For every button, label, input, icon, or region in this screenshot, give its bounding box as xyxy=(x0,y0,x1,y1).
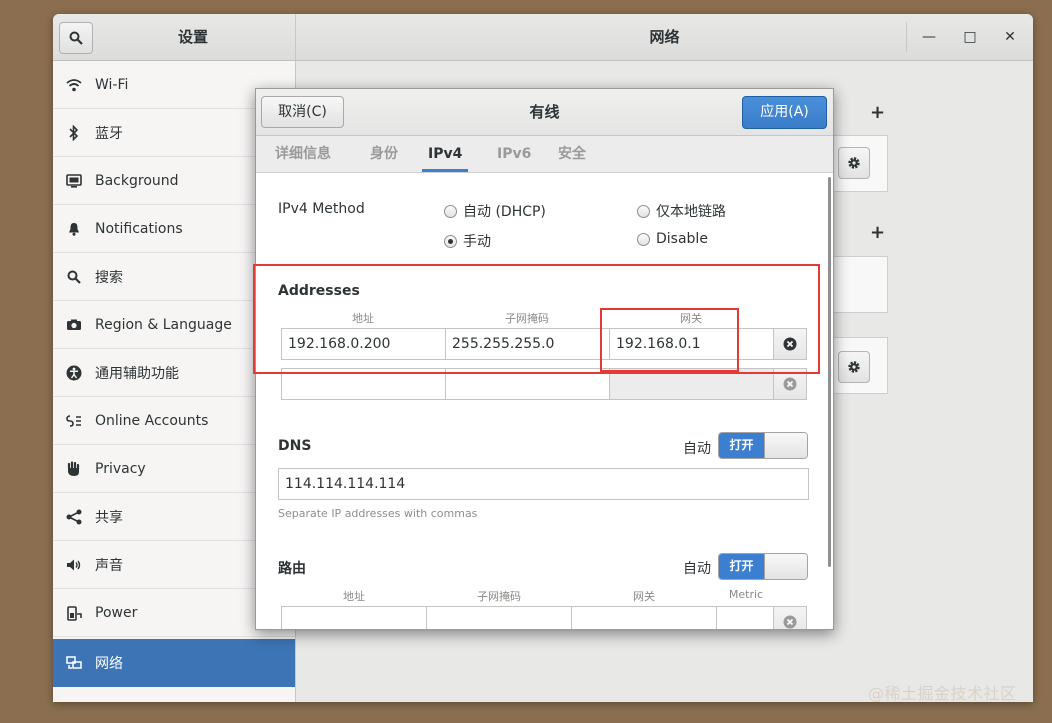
routes-label: 路由 xyxy=(278,561,306,577)
radio-indicator xyxy=(444,204,457,218)
add-connection-button[interactable]: + xyxy=(870,102,885,123)
dns-input[interactable]: 114.114.114.114 xyxy=(278,468,809,500)
dns-label: DNS xyxy=(278,438,312,454)
proxy-settings-button[interactable] xyxy=(838,351,870,383)
gear-icon xyxy=(848,361,860,373)
close-button[interactable]: ✕ xyxy=(998,25,1022,49)
route-address-column-header: 地址 xyxy=(343,590,365,603)
route-netmask-column-header: 子网掩码 xyxy=(477,590,521,603)
tab-ipv6[interactable]: IPv6 xyxy=(497,136,531,172)
tab-bar: 详细信息 身份 IPv4 IPv6 安全 xyxy=(256,136,833,173)
route-metric-input[interactable] xyxy=(716,606,774,629)
route-metric-column-header: Metric xyxy=(728,588,764,601)
radio-indicator xyxy=(637,204,650,218)
switch-on-label: 打开 xyxy=(719,554,764,579)
maximize-icon: □ xyxy=(963,29,977,45)
close-icon: ✕ xyxy=(1004,29,1016,45)
apply-button[interactable]: 应用(A) xyxy=(742,96,827,129)
route-gateway-input[interactable] xyxy=(571,606,717,629)
sidebar-item-label: Region & Language xyxy=(95,316,232,333)
route-gateway-column-header: 网关 xyxy=(633,590,655,603)
cancel-button[interactable]: 取消(C) xyxy=(261,96,344,128)
search-icon xyxy=(69,31,83,45)
tab-identity[interactable]: 身份 xyxy=(370,136,398,172)
window-controls-separator xyxy=(906,22,907,52)
radio-label: 自动 (DHCP) xyxy=(463,204,546,220)
remove-icon xyxy=(783,377,797,391)
header-bar: 设置 网络 — □ ✕ xyxy=(53,14,1033,61)
delete-route-button[interactable] xyxy=(773,606,807,629)
switch-knob xyxy=(764,554,807,579)
sidebar-item-label: Notifications xyxy=(95,220,183,237)
sidebar-item-label: 网络 xyxy=(95,656,123,672)
search-button[interactable] xyxy=(59,22,93,54)
sidebar-item-label: Wi-Fi xyxy=(95,76,129,93)
tab-details[interactable]: 详细信息 xyxy=(275,136,331,172)
radio-indicator xyxy=(637,232,650,246)
method-link-local-radio[interactable]: 仅本地链路 xyxy=(637,201,726,221)
bluetooth-icon xyxy=(66,124,82,141)
dns-hint: Separate IP addresses with commas xyxy=(278,507,478,520)
ipv4-method-label: IPv4 Method xyxy=(278,201,365,217)
accessibility-icon xyxy=(66,365,82,381)
minimize-button[interactable]: — xyxy=(917,25,941,49)
ipv4-settings: IPv4 Method 自动 (DHCP) 仅本地链路 手动 Disable A… xyxy=(256,173,833,629)
dns-auto-switch[interactable]: 打开 xyxy=(718,432,808,459)
dialog-header: 有线 取消(C) 应用(A) xyxy=(256,89,833,136)
radio-label: 手动 xyxy=(463,234,491,250)
network-icon xyxy=(66,655,82,671)
sidebar-item-network[interactable]: 网络 xyxy=(53,639,295,687)
routes-auto-label: 自动 xyxy=(683,561,711,577)
add-vpn-button[interactable]: + xyxy=(870,222,885,243)
method-manual-radio[interactable]: 手动 xyxy=(444,231,491,251)
camera-icon xyxy=(66,317,82,333)
switch-on-label: 打开 xyxy=(719,433,764,458)
sidebar-item-label: 蓝牙 xyxy=(95,125,123,142)
scrollbar[interactable] xyxy=(828,177,831,567)
search-icon xyxy=(66,269,82,285)
tab-security[interactable]: 安全 xyxy=(558,136,586,172)
remove-icon xyxy=(783,615,797,629)
wired-settings-button[interactable] xyxy=(838,147,870,179)
watermark: @稀土掘金技术社区 xyxy=(868,684,1017,703)
radio-label: Disable xyxy=(656,231,708,247)
bell-icon xyxy=(66,221,82,237)
route-address-input[interactable] xyxy=(281,606,427,629)
tab-ipv4[interactable]: IPv4 xyxy=(422,136,469,172)
vpn-card xyxy=(832,256,888,313)
radio-indicator xyxy=(444,234,457,248)
share-icon xyxy=(66,509,82,525)
sidebar-item-label: Online Accounts xyxy=(95,412,209,429)
gear-icon xyxy=(848,157,860,169)
method-dhcp-radio[interactable]: 自动 (DHCP) xyxy=(444,201,546,221)
radio-label: 仅本地链路 xyxy=(656,204,726,220)
sidebar-item-label: Power xyxy=(95,604,138,621)
switch-knob xyxy=(764,433,807,458)
dns-auto-label: 自动 xyxy=(683,441,711,457)
method-disable-radio[interactable]: Disable xyxy=(637,231,708,247)
sidebar-item-label: Privacy xyxy=(95,460,146,477)
hand-icon xyxy=(66,460,82,477)
maximize-button[interactable]: □ xyxy=(958,25,982,49)
sidebar-item-label: 通用辅助功能 xyxy=(95,365,179,382)
background-icon xyxy=(66,173,82,189)
route-netmask-input[interactable] xyxy=(426,606,572,629)
sidebar-item-label: Background xyxy=(95,172,179,189)
sidebar-item-label: 共享 xyxy=(95,509,123,526)
sidebar-item-label: 搜索 xyxy=(95,269,123,286)
wifi-icon xyxy=(66,77,82,93)
sidebar-item-label: 声音 xyxy=(95,557,123,574)
minimize-icon: — xyxy=(922,29,936,45)
annotation-highlight-gateway xyxy=(600,308,739,372)
sidebar-title: 设置 xyxy=(177,28,208,46)
online-accounts-icon xyxy=(66,413,82,429)
power-icon xyxy=(66,605,82,621)
speaker-icon xyxy=(66,557,82,573)
routes-auto-switch[interactable]: 打开 xyxy=(718,553,808,580)
